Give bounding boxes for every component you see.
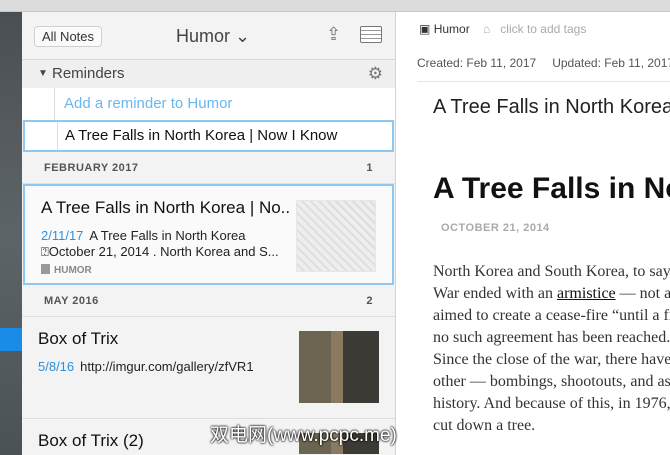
section-title: FEBRUARY 2017	[44, 162, 139, 174]
editor-notebook[interactable]: Humor	[434, 22, 470, 36]
chevron-down-icon: ▼	[38, 68, 48, 79]
section-header: FEBRUARY 2017 1	[22, 152, 395, 184]
article-body[interactable]: North Korea and South Korea, to say the …	[433, 261, 670, 437]
section-title: MAY 2016	[44, 295, 99, 307]
body-text: — not a peace treaty — which	[619, 285, 670, 302]
note-thumbnail	[296, 200, 376, 272]
reminders-label: Reminders	[52, 65, 125, 82]
armistice-link[interactable]: armistice	[557, 285, 616, 302]
reminders-header[interactable]: ▼ Reminders ⚙	[22, 60, 395, 88]
body-line: no such agreement has been reached.	[433, 329, 670, 346]
note-thumbnail	[299, 331, 379, 403]
note-title-field[interactable]: A Tree Falls in North Korea | Now I Know	[433, 96, 670, 119]
tag-icon: ⌂	[483, 22, 491, 36]
watermark: 双电网(www.pcpc.me)	[210, 425, 397, 446]
note-title: Box of Trix	[38, 329, 119, 348]
notebook-icon: ▣	[419, 22, 431, 36]
gear-icon[interactable]: ⚙	[368, 60, 383, 88]
add-reminder-input[interactable]: Add a reminder to Humor	[22, 88, 395, 120]
body-line: aimed to create a cease-fire “until a fi…	[433, 307, 670, 324]
note-snippet: A Tree Falls in North Korea	[89, 228, 246, 243]
sidebar	[0, 12, 22, 455]
note-list-header: All Notes Humor ⌄ ⇪	[22, 12, 395, 60]
reminder-item[interactable]: A Tree Falls in North Korea | Now I Know	[23, 120, 394, 152]
body-text: War ended with an	[433, 285, 557, 302]
note-tag: HUMOR	[54, 265, 92, 276]
body-line: cut down a tree.	[433, 417, 536, 434]
section-header: MAY 2016 2	[22, 285, 395, 317]
section-count: 1	[366, 162, 373, 174]
share-icon[interactable]: ⇪	[326, 24, 341, 45]
note-date: 2/11/17	[41, 228, 84, 243]
note-card[interactable]: A Tree Falls in North Korea | No... 2/11…	[23, 184, 394, 285]
tags-input[interactable]: click to add tags	[500, 22, 586, 36]
note-snippet: ⍰October 21, 2014 . North Korea and S...	[41, 244, 279, 259]
note-date: 5/8/16	[38, 359, 75, 374]
created-date: Created: Feb 11, 2017	[417, 56, 537, 70]
article-date: OCTOBER 21, 2014	[441, 222, 550, 234]
body-line: Since the close of the war, there have b…	[433, 351, 670, 368]
notebook-icon	[41, 264, 50, 274]
section-count: 2	[366, 295, 373, 307]
note-snippet: http://imgur.com/gallery/zfVR1	[80, 359, 254, 374]
window-titlebar	[0, 0, 670, 12]
note-list: All Notes Humor ⌄ ⇪ ▼ Reminders ⚙ Add a re…	[22, 12, 396, 455]
all-notes-button[interactable]: All Notes	[34, 26, 103, 47]
article-heading: A Tree Falls in North Korea	[433, 172, 670, 205]
note-editor: ▣ Humor ⌂ click to add tags Created: Feb …	[397, 12, 670, 455]
note-title: A Tree Falls in North Korea | No...	[41, 198, 291, 217]
body-line: War ended with an armistice — not a peac…	[433, 283, 670, 305]
note-card[interactable]: Box of Trix 5/8/16 http://imgur.com/galle…	[22, 317, 395, 419]
body-line: history. And because of this, in 1976, a…	[433, 395, 670, 412]
notebook-selector[interactable]: Humor ⌄	[176, 26, 250, 47]
body-line: North Korea and South Korea, to say the …	[433, 263, 670, 280]
sidebar-selected-item[interactable]	[0, 328, 22, 351]
updated-date: Updated: Feb 11, 2017	[552, 56, 670, 70]
view-toggle-icon[interactable]	[360, 26, 382, 43]
body-line: other — bombings, shootouts, and assassi…	[433, 373, 670, 390]
